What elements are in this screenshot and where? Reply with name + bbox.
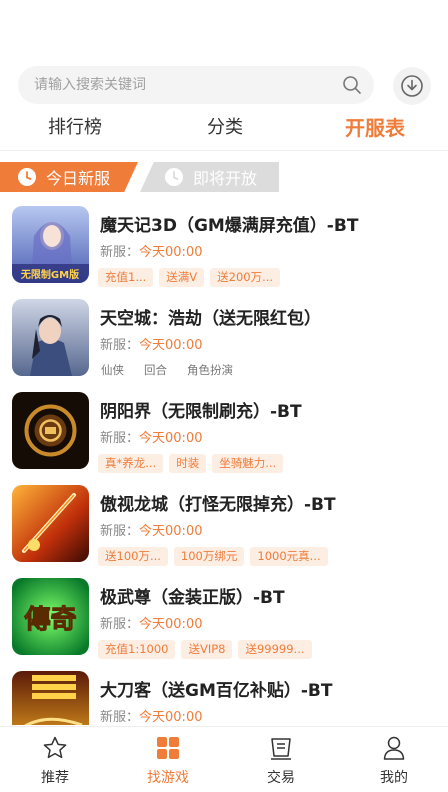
search-input[interactable] — [34, 66, 324, 104]
game-icon: 无限制GM版 — [12, 206, 89, 283]
tag: 送200万... — [210, 268, 281, 287]
game-name: 傲视龙城（打怪无限掉充）-BT — [100, 495, 336, 515]
game-list: 无限制GM版 魔天记3D（GM爆满屏充值）-BT 新服：今天00:00 充值1.… — [0, 206, 448, 725]
game-server-time: 新服：今天00:00 — [100, 431, 203, 446]
tag: 充值1... — [98, 268, 154, 287]
nav-label: 找游戏 — [147, 770, 189, 786]
subtab-soon-label: 即将开放 — [193, 169, 258, 188]
tag-list: 真*养龙... 时装 坐骑魅力... — [98, 454, 284, 474]
tag: 时装 — [169, 454, 207, 473]
list-item[interactable]: 无限制GM版 魔天记3D（GM爆满屏充值）-BT 新服：今天00:00 充值1.… — [0, 206, 448, 298]
tag-list: 充值1:1000 送VIP8 送99999... — [98, 640, 312, 660]
nav-trade[interactable]: 交易 — [241, 735, 321, 791]
tag-list: 充值1... 送满V 送200万... — [98, 268, 281, 288]
game-name: 大刀客（送GM百亿补贴）-BT — [100, 681, 333, 701]
tag-list: 仙侠 回合 角色扮演 — [98, 361, 244, 381]
nav-label: 推荐 — [41, 770, 69, 786]
tag: 坐骑魅力... — [212, 454, 284, 473]
star-icon — [43, 736, 67, 759]
search-icon[interactable] — [342, 75, 362, 95]
nav-mine[interactable]: 我的 — [354, 735, 434, 791]
list-item[interactable]: 傳奇 极武尊（金装正版）-BT 新服：今天00:00 充值1:1000 送VIP… — [0, 578, 448, 670]
tag: 送VIP8 — [181, 640, 233, 659]
tag: 真*养龙... — [98, 454, 164, 473]
game-icon — [12, 671, 89, 725]
tab-category[interactable]: 分类 — [180, 108, 270, 148]
user-icon — [383, 736, 405, 760]
search-bar[interactable] — [18, 66, 374, 104]
clock-icon — [18, 168, 36, 186]
game-server-time: 新服：今天00:00 — [100, 617, 203, 632]
game-server-time: 新服：今天00:00 — [100, 338, 203, 353]
receipt-icon — [271, 738, 291, 760]
game-icon — [12, 299, 89, 376]
tag: 回合 — [144, 363, 167, 377]
subtab-soon[interactable]: 即将开放 — [140, 162, 279, 192]
tag: 1000元真... — [250, 547, 328, 566]
tag: 送99999... — [238, 640, 312, 659]
nav-find-games[interactable]: 找游戏 — [128, 735, 208, 791]
list-item[interactable]: 大刀客（送GM百亿补贴）-BT 新服：今天00:00 — [0, 671, 448, 725]
list-item[interactable]: 阴阳界（无限制刷充）-BT 新服：今天00:00 真*养龙... 时装 坐骑魅力… — [0, 392, 448, 484]
tag: 充值1:1000 — [98, 640, 176, 659]
game-server-time: 新服：今天00:00 — [100, 710, 203, 725]
game-icon — [12, 485, 89, 562]
tag-list: 送100万... 100万绑元 1000元真... — [98, 547, 328, 567]
list-item[interactable]: 天空城：浩劫（送无限红包） 新服：今天00:00 仙侠 回合 角色扮演 — [0, 299, 448, 391]
game-name: 天空城：浩劫（送无限红包） — [100, 309, 321, 329]
tag: 角色扮演 — [187, 363, 233, 377]
tab-server-list[interactable]: 开服表 — [330, 108, 420, 148]
tab-ranking[interactable]: 排行榜 — [30, 108, 120, 148]
nav-recommend[interactable]: 推荐 — [15, 735, 95, 791]
grid-icon — [157, 737, 179, 759]
game-server-time: 新服：今天00:00 — [100, 245, 203, 260]
subtab-today-label: 今日新服 — [46, 169, 111, 188]
nav-label: 我的 — [380, 770, 408, 786]
tabs-divider — [0, 150, 448, 151]
game-name: 极武尊（金装正版）-BT — [100, 588, 285, 608]
game-icon: 傳奇 — [12, 578, 89, 655]
game-icon — [12, 392, 89, 469]
tag: 100万绑元 — [173, 547, 245, 566]
tag: 仙侠 — [101, 363, 124, 377]
bottom-nav: 推荐 找游戏 交易 我的 — [0, 726, 448, 792]
clock-icon — [165, 168, 183, 186]
tag: 送100万... — [98, 547, 168, 566]
tag: 送满V — [159, 268, 205, 287]
game-name: 魔天记3D（GM爆满屏充值）-BT — [100, 216, 359, 236]
download-button[interactable] — [393, 67, 431, 105]
game-server-time: 新服：今天00:00 — [100, 524, 203, 539]
game-icon-badge: 无限制GM版 — [20, 268, 79, 281]
nav-label: 交易 — [267, 770, 295, 786]
list-item[interactable]: 傲视龙城（打怪无限掉充）-BT 新服：今天00:00 送100万... 100万… — [0, 485, 448, 577]
game-icon-glyph: 傳奇 — [23, 605, 76, 635]
game-name: 阴阳界（无限制刷充）-BT — [100, 402, 302, 422]
download-icon — [401, 75, 423, 97]
subtab-today[interactable]: 今日新服 — [0, 162, 138, 192]
top-tabs: 排行榜 分类 开服表 — [0, 108, 448, 150]
